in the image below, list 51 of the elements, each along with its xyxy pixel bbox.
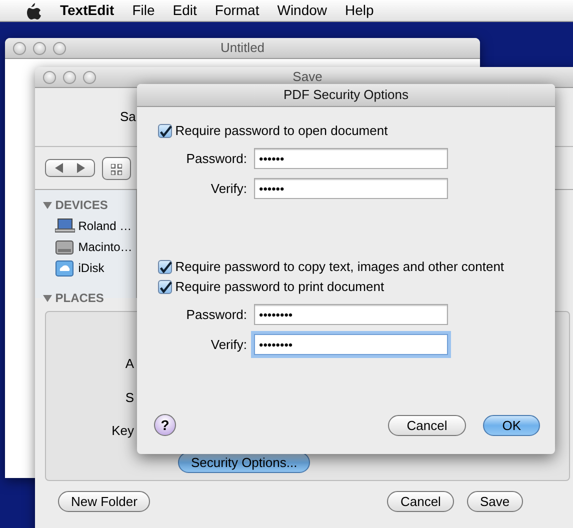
save-button[interactable]: Save: [466, 491, 523, 512]
back-icon: [54, 162, 64, 174]
field-label: Verify:: [210, 180, 247, 196]
field-label: A: [125, 356, 134, 371]
field-label: Verify:: [210, 336, 247, 352]
field-label: Password:: [186, 306, 247, 322]
sidebar-heading: PLACES: [55, 290, 104, 307]
grid-icon: [110, 164, 122, 175]
dialog-title: PDF Security Options: [284, 86, 408, 104]
sidebar-item[interactable]: Roland …: [43, 217, 136, 235]
menu-item[interactable]: File: [123, 0, 164, 21]
menu-item[interactable]: Help: [336, 0, 383, 21]
window-title: Untitled: [220, 39, 265, 58]
view-button[interactable]: [102, 156, 130, 180]
window-button[interactable]: [33, 42, 46, 55]
menu-item[interactable]: Window: [268, 0, 336, 21]
cancel-button[interactable]: Cancel: [387, 491, 454, 512]
menu-item[interactable]: Format: [206, 0, 268, 21]
checkmark-icon: [158, 125, 172, 137]
field-label: Sa: [120, 108, 136, 126]
window-button[interactable]: [43, 71, 56, 84]
back-forward-button[interactable]: [45, 159, 95, 177]
window-button[interactable]: [83, 71, 96, 84]
sidebar-item[interactable]: iDisk: [43, 259, 136, 277]
checkbox[interactable]: Require password to print document: [158, 280, 555, 294]
window-button[interactable]: [13, 42, 26, 55]
forward-icon: [76, 162, 86, 174]
sidebar-item[interactable]: Macinto…: [43, 238, 136, 256]
field-label: Password:: [186, 150, 247, 166]
window-button[interactable]: [53, 42, 66, 55]
checkmark-icon: [158, 281, 172, 293]
window-title: Save: [292, 68, 322, 86]
checkbox[interactable]: Require password to open document: [158, 124, 555, 138]
security-options-button[interactable]: Security Options...: [178, 452, 310, 473]
sidebar-heading: DEVICES: [55, 197, 108, 214]
laptop-icon: [55, 218, 75, 234]
field-label: S: [125, 390, 134, 404]
help-button[interactable]: ?: [154, 414, 176, 436]
window-button[interactable]: [63, 71, 76, 84]
password-field[interactable]: ••••••: [254, 178, 448, 199]
app-menu[interactable]: TextEdit: [51, 0, 124, 21]
password-field[interactable]: ••••••••: [254, 334, 448, 355]
cancel-button[interactable]: Cancel: [388, 414, 466, 436]
field-label: Key: [112, 423, 134, 438]
password-field[interactable]: ••••••••: [254, 304, 448, 325]
password-field[interactable]: ••••••: [254, 148, 448, 169]
ok-button[interactable]: OK: [483, 414, 540, 436]
new-folder-button[interactable]: New Folder: [58, 491, 150, 512]
checkmark-icon: [158, 261, 172, 273]
menu-item[interactable]: Edit: [164, 0, 206, 21]
checkbox[interactable]: Require password to copy text, images and other content: [158, 260, 555, 274]
